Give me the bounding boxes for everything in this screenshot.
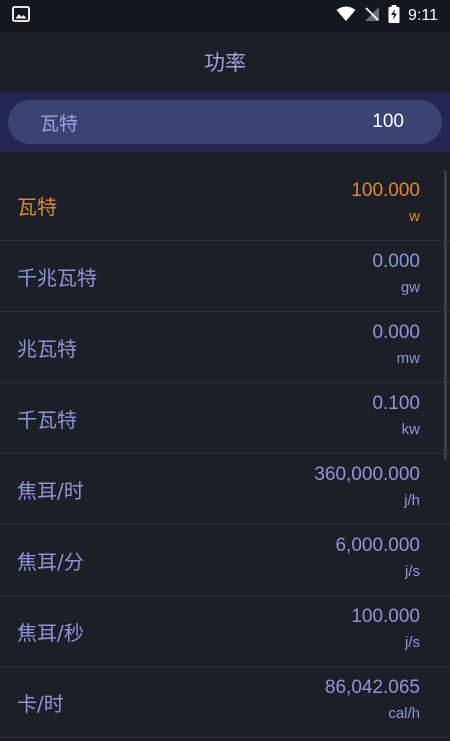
list-item[interactable]: 瓦特 100.000 w <box>0 170 450 241</box>
image-icon <box>12 6 30 26</box>
unit-result: 0.000 gw <box>372 249 420 299</box>
scrollbar[interactable] <box>444 170 447 460</box>
unit-result: 6,000.000 j/s <box>335 533 420 583</box>
status-right: 9:11 <box>336 5 438 27</box>
unit-value: 100.000 <box>351 606 420 627</box>
unit-result: 0.000 mw <box>372 320 420 370</box>
unit-value: 0.000 <box>372 251 420 272</box>
wifi-icon <box>336 6 356 26</box>
status-left <box>12 6 30 26</box>
unit-symbol: j/h <box>404 492 420 509</box>
unit-result: 100.000 w <box>351 178 420 228</box>
list-item[interactable]: 焦耳/时 360,000.000 j/h <box>0 454 450 525</box>
list-item[interactable]: 卡/时 86,042.065 cal/h <box>0 667 450 738</box>
title-bar: 功率 <box>0 32 450 92</box>
unit-result: 0.100 kw <box>372 391 420 441</box>
unit-symbol: j/s <box>405 634 420 651</box>
unit-value: 6,000.000 <box>335 535 420 556</box>
list-item[interactable]: 兆瓦特 0.000 mw <box>0 312 450 383</box>
unit-value: 100.000 <box>351 180 420 201</box>
signal-icon <box>364 6 380 26</box>
unit-result: 360,000.000 j/h <box>314 462 420 512</box>
unit-symbol: j/s <box>405 563 420 580</box>
unit-name: 兆瓦特 <box>17 336 77 361</box>
unit-result: 100.000 j/s <box>351 604 420 654</box>
unit-symbol: w <box>409 208 420 225</box>
unit-name: 焦耳/分 <box>17 549 84 574</box>
unit-symbol: mw <box>396 350 420 367</box>
battery-charging-icon <box>388 5 400 27</box>
page-title: 功率 <box>204 51 246 75</box>
unit-result: 86,042.065 cal/h <box>325 675 420 725</box>
unit-name: 焦耳/秒 <box>17 620 84 645</box>
unit-name: 千瓦特 <box>17 407 77 432</box>
unit-value: 360,000.000 <box>314 464 420 485</box>
input-band: 瓦特 100 <box>0 92 450 152</box>
unit-value: 0.000 <box>372 322 420 343</box>
status-bar: 9:11 <box>0 0 450 32</box>
unit-name: 卡/时 <box>17 691 64 716</box>
unit-name: 千兆瓦特 <box>17 265 97 290</box>
unit-symbol: cal/h <box>388 705 420 722</box>
unit-symbol: kw <box>401 421 420 438</box>
status-time: 9:11 <box>408 7 438 24</box>
input-value[interactable]: 100 <box>372 111 404 133</box>
unit-symbol: gw <box>400 279 420 296</box>
unit-value: 86,042.065 <box>324 677 420 698</box>
list-item[interactable]: 焦耳/秒 100.000 j/s <box>0 596 450 667</box>
unit-name: 焦耳/时 <box>17 478 84 503</box>
list-item[interactable]: 焦耳/分 6,000.000 j/s <box>0 525 450 596</box>
list-item[interactable]: 千瓦特 0.100 kw <box>0 383 450 454</box>
conversion-list: 瓦特 100.000 w 千兆瓦特 0.000 gw 兆瓦特 0.000 mw … <box>0 170 450 738</box>
value-input[interactable]: 瓦特 100 <box>8 100 442 144</box>
unit-name: 瓦特 <box>17 194 57 219</box>
input-unit-label: 瓦特 <box>40 112 79 135</box>
list-item[interactable]: 千兆瓦特 0.000 gw <box>0 241 450 312</box>
unit-value: 0.100 <box>372 393 420 414</box>
